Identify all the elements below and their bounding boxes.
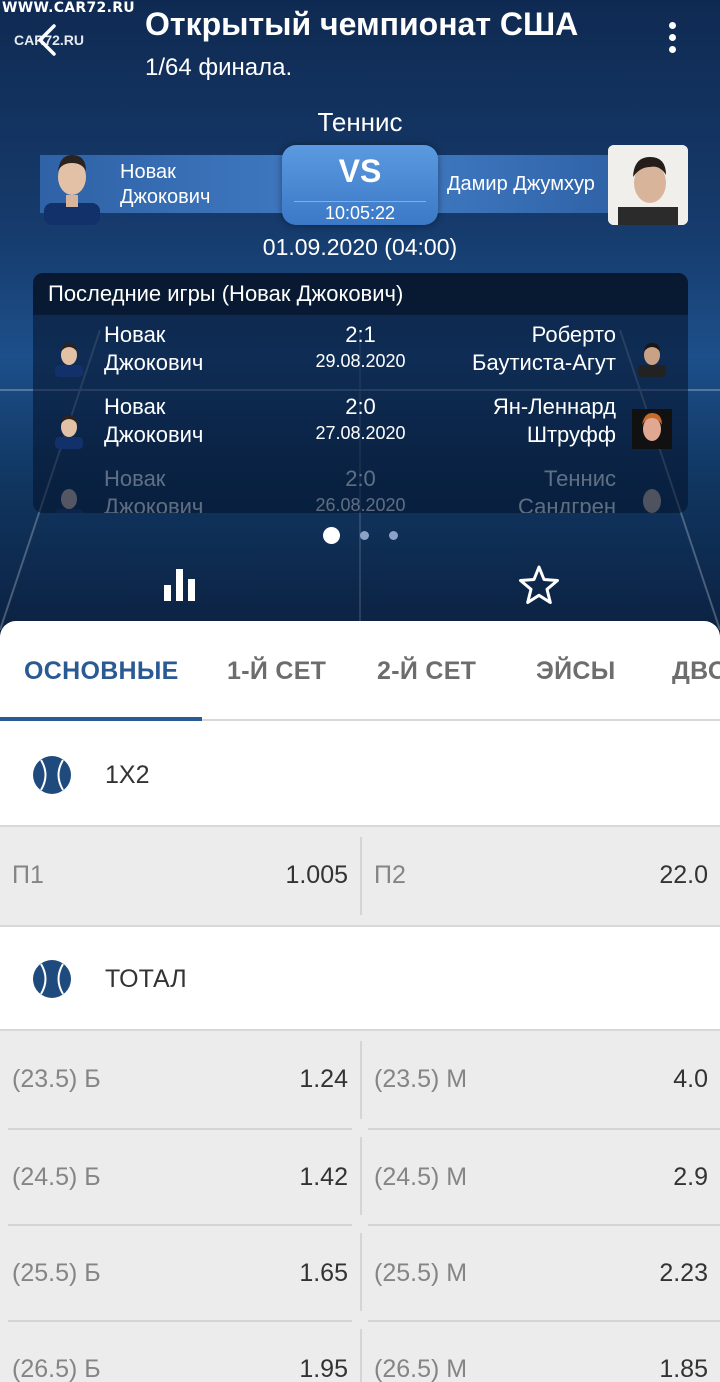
tab-aces[interactable]: ЭЙСЫ [536, 657, 615, 686]
odds-cell-under[interactable]: (25.5) М 2.23 [362, 1225, 720, 1321]
odds-value: 2.9 [673, 1163, 708, 1191]
match-away-player: Теннис Сандгрен [517, 466, 616, 513]
odds-value: 2.23 [659, 1259, 708, 1287]
away-player-name: Дамир Джумхур [447, 173, 595, 195]
match-date: 27.08.2020 [315, 423, 406, 443]
odds-cell-over[interactable]: (26.5) Б 1.95 [0, 1321, 360, 1382]
match-away-player: Ян-Леннард Штруфф [492, 394, 616, 447]
carousel-dot[interactable] [359, 531, 369, 541]
vs-label: VS [338, 153, 382, 189]
odds-cell-home[interactable]: П1 1.005 [0, 827, 360, 923]
list-item[interactable]: Новак Джокович 2:0 26.08.2020 Теннис Сан… [33, 465, 688, 513]
match-score: 2:0 [345, 466, 376, 491]
tab-set-2[interactable]: 2-Й СЕТ [377, 657, 476, 686]
carousel-dot[interactable] [322, 527, 340, 545]
odds-value: 4.0 [673, 1065, 708, 1093]
carousel-dot[interactable] [388, 531, 398, 541]
odds-label: (23.5) М [374, 1065, 468, 1093]
match-header: WWW.CAR72.RU CAR72.RU Открытый чемпионат… [0, 0, 720, 650]
bar-chart-icon[interactable] [163, 567, 197, 601]
market-header-total[interactable]: ТОТАЛ [0, 925, 720, 1031]
list-item[interactable]: Новак Джокович 2:1 29.08.2020 Роберто Ба… [33, 321, 688, 393]
home-player-name: Новак Джокович [120, 161, 211, 208]
odds-cell-under[interactable]: (24.5) М 2.9 [362, 1129, 720, 1225]
list-item[interactable]: Новак Джокович 2:0 27.08.2020 Ян-Леннард… [33, 393, 688, 465]
player-avatar [632, 409, 672, 449]
odds-label: (24.5) Б [12, 1163, 101, 1191]
odds-label: (26.5) М [374, 1355, 468, 1382]
odds-value: 1.24 [299, 1065, 348, 1093]
market-tabs: ОСНОВНЫЕ 1-Й СЕТ 2-Й СЕТ ЭЙСЫ ДВОЙНЫЕ [0, 621, 720, 721]
sport-label: Теннис [317, 107, 403, 137]
player-avatar [55, 415, 83, 449]
odds-cell-under[interactable]: (26.5) М 1.85 [362, 1321, 720, 1382]
odds-cell-under[interactable]: (23.5) М 4.0 [362, 1031, 720, 1127]
tennis-ball-icon [33, 960, 71, 998]
odds-cell-away[interactable]: П2 22.0 [362, 827, 720, 923]
carousel-indicator [0, 527, 720, 545]
round-subtitle: 1/64 финала. [145, 54, 293, 81]
match-date: 29.08.2020 [315, 351, 406, 371]
odds-value: 1.85 [659, 1355, 708, 1382]
odds-label: (24.5) М [374, 1163, 468, 1191]
back-arrow-icon[interactable] [28, 20, 68, 60]
odds-value: 1.005 [285, 861, 348, 889]
match-away-player: Роберто Баутиста-Агут [472, 322, 616, 375]
odds-cell-over[interactable]: (23.5) Б 1.24 [0, 1031, 360, 1127]
odds-label: (25.5) Б [12, 1259, 101, 1287]
recent-games-card[interactable]: Последние игры (Новак Джокович) Новак Дж… [33, 273, 688, 513]
vs-box: VS 10:05:22 [282, 145, 438, 225]
odds-value: 22.0 [659, 861, 708, 889]
kebab-menu-icon[interactable] [660, 22, 684, 62]
tab-main[interactable]: ОСНОВНЫЕ [24, 657, 179, 686]
player-avatar [638, 343, 666, 377]
away-player-avatar [608, 145, 688, 225]
betting-panel: ОСНОВНЫЕ 1-Й СЕТ 2-Й СЕТ ЭЙСЫ ДВОЙНЫЕ 1X… [0, 621, 720, 1382]
player-avatar [55, 489, 83, 513]
market-title: ТОТАЛ [105, 965, 187, 993]
market-header-1x2[interactable]: 1X2 [0, 723, 720, 827]
odds-label: П2 [374, 861, 406, 889]
tennis-ball-icon [33, 756, 71, 794]
home-player-avatar [44, 155, 100, 225]
total-odds-list: (23.5) Б 1.24 (23.5) М 4.0 (24.5) Б 1.42… [0, 1031, 720, 1382]
page-title: Открытый чемпионат США [145, 6, 579, 42]
match-score: 2:0 [345, 394, 376, 419]
odds-label: (23.5) Б [12, 1065, 101, 1093]
odds-label: (25.5) М [374, 1259, 468, 1287]
match-home-player: Новак Джокович [104, 466, 204, 513]
odds-cell-over[interactable]: (25.5) Б 1.65 [0, 1225, 360, 1321]
market-title: 1X2 [105, 761, 150, 789]
match-home-player: Новак Джокович [104, 394, 204, 447]
odds-cell-over[interactable]: (24.5) Б 1.42 [0, 1129, 360, 1225]
star-outline-icon[interactable] [518, 564, 560, 606]
player-avatar [55, 343, 83, 377]
odds-row: П1 1.005 П2 22.0 [0, 827, 720, 925]
match-home-player: Новак Джокович [104, 322, 204, 375]
countdown-timer: 10:05:22 [324, 203, 396, 223]
active-tab-indicator [0, 717, 202, 721]
tab-set-1[interactable]: 1-Й СЕТ [227, 657, 326, 686]
tab-double-faults[interactable]: ДВОЙНЫЕ [672, 657, 720, 686]
odds-value: 1.65 [299, 1259, 348, 1287]
player-avatar [643, 489, 661, 513]
odds-value: 1.42 [299, 1163, 348, 1191]
match-datetime: 01.09.2020 (04:00) [262, 234, 458, 260]
match-date: 26.08.2020 [315, 495, 406, 513]
odds-label: (26.5) Б [12, 1355, 101, 1382]
watermark: WWW.CAR72.RU [2, 0, 135, 16]
odds-value: 1.95 [299, 1355, 348, 1382]
recent-games-title: Последние игры (Новак Джокович) [33, 273, 688, 315]
match-score: 2:1 [345, 322, 376, 347]
odds-label: П1 [12, 861, 44, 889]
